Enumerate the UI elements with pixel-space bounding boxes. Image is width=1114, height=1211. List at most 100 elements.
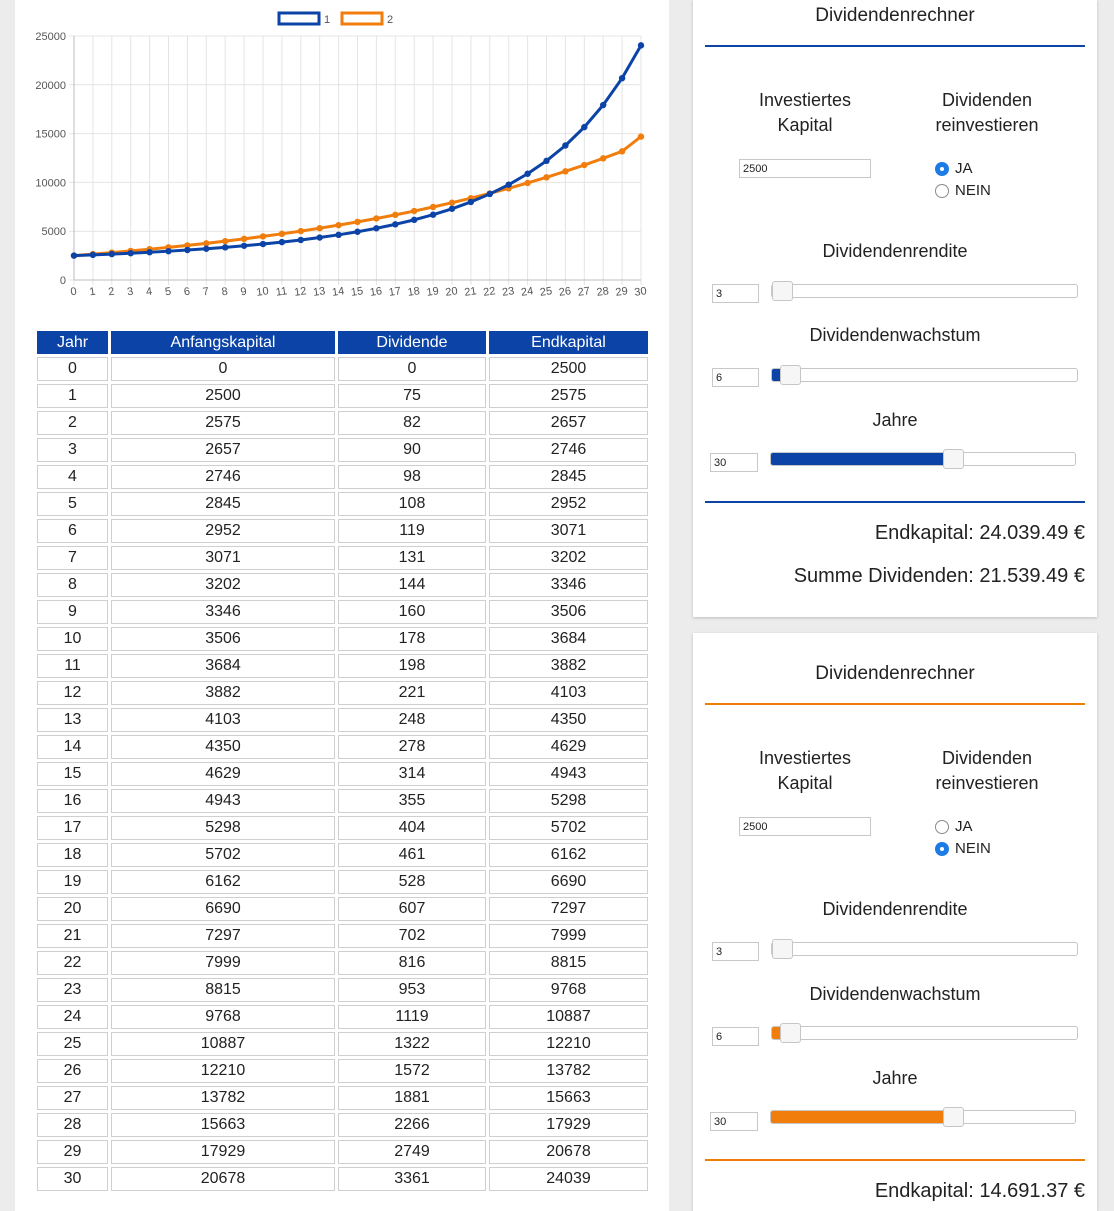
data-point [373,215,380,222]
cell-end-capital: 4629 [489,735,648,759]
reinvest-yes-option[interactable]: JA [935,160,973,177]
cell-end-capital: 2952 [489,492,648,516]
slider-handle[interactable] [772,939,793,959]
x-tick-label: 7 [202,286,210,299]
x-tick-label: 11 [275,285,288,298]
cell-start-capital: 7999 [111,951,335,975]
data-point [335,221,342,229]
yield-input[interactable]: 3 [712,284,759,303]
cell-end-capital: 4103 [489,681,648,705]
cell-end-capital: 24039 [489,1167,648,1191]
x-tick-label: 23 [501,285,515,299]
cell-year: 6 [37,519,108,543]
x-tick-label: 0 [70,286,78,299]
radio-yes-label: JA [955,160,973,177]
cell-start-capital: 2845 [111,492,335,516]
radio-yes[interactable] [935,819,949,834]
data-point [467,198,475,206]
cell-year: 5 [37,492,108,516]
table-row: 7 3071 131 3202 [37,546,648,570]
growth-input[interactable]: 6 [712,1027,759,1046]
accent-divider [705,501,1085,503]
cell-year: 30 [37,1167,108,1191]
cell-end-capital: 5298 [489,789,648,813]
cell-dividend: 461 [338,843,486,867]
capital-input[interactable]: 2500 [739,159,871,178]
data-point [354,218,361,226]
cell-dividend: 278 [338,735,486,759]
cell-end-capital: 17929 [489,1113,648,1137]
cell-start-capital: 2657 [111,438,335,462]
growth-slider[interactable] [771,1023,1078,1043]
reinvest-no-option[interactable]: NEIN [935,840,991,857]
slider-handle[interactable] [772,281,793,301]
data-point [618,148,626,155]
years-slider[interactable] [770,1107,1076,1127]
cell-year: 7 [37,546,108,570]
cell-start-capital: 4943 [111,789,335,813]
growth-slider[interactable] [771,365,1078,385]
table-row: 27 13782 1881 15663 [37,1086,648,1110]
capital-label: Investiertes Kapital [745,746,865,796]
cell-end-capital: 2575 [489,384,648,408]
cell-end-capital: 7297 [489,897,648,921]
radio-no[interactable] [935,841,949,856]
data-point [203,245,210,252]
data-point [411,207,418,215]
slider-fill [771,453,954,465]
years-input[interactable]: 30 [710,1112,758,1131]
cell-year: 15 [37,762,108,786]
yield-input[interactable]: 3 [712,942,759,961]
cell-dividend: 404 [338,816,486,840]
slider-handle[interactable] [780,1023,802,1043]
yield-slider[interactable] [771,281,1078,301]
capital-label-line1: Investiertes [758,748,852,768]
col-header-end-capital: Endkapital [489,331,648,354]
table-row: 13 4103 248 4350 [37,708,648,732]
cell-end-capital: 7999 [489,924,648,948]
cell-start-capital: 3346 [111,600,335,624]
cell-end-capital: 13782 [489,1059,648,1083]
growth-input[interactable]: 6 [712,368,759,387]
cell-dividend: 178 [338,627,486,651]
slider-handle[interactable] [943,449,965,469]
x-tick-label: 28 [596,285,610,299]
dividend-line-chart: 05000100001500020000250000 1 2 3 4 5 6 7 8 9 10 11 1… [35,11,647,299]
cell-year: 9 [37,600,108,624]
results-panel: 0 5000 10000 15000 20000 25000 0 1 2 3 4 5 6 7 8 9 10 11 1… [15,0,669,1211]
years-input[interactable]: 30 [710,453,758,472]
cell-dividend: 607 [338,897,486,921]
x-tick-label: 20 [445,285,459,299]
cell-dividend: 75 [338,384,486,408]
calculator-card-2: Dividendenrechner Investiertes Kapital D… [693,633,1097,1211]
slider-handle[interactable] [943,1107,965,1127]
slider-fill [771,1111,954,1123]
cell-end-capital: 9768 [489,978,648,1002]
table-row: 25 10887 1322 12210 [37,1032,648,1056]
cell-year: 22 [37,951,108,975]
x-tick-label: 17 [388,285,402,299]
radio-no[interactable] [935,183,949,198]
years-slider[interactable] [770,449,1076,469]
capital-input[interactable]: 2500 [739,817,871,836]
calculator-title: Dividendenrechner [815,5,975,26]
data-point [543,157,550,165]
reinvest-no-option[interactable]: NEIN [935,182,991,199]
slider-handle[interactable] [780,365,802,385]
radio-yes[interactable] [935,161,949,176]
data-point [637,42,645,49]
table-row: 23 8815 953 9768 [37,978,648,1002]
cell-year: 12 [37,681,108,705]
end-capital-result: Endkapital: 24.039.49 € [874,522,1085,544]
cell-dividend: 108 [338,492,486,516]
yield-slider[interactable] [771,939,1078,959]
cell-end-capital: 15663 [489,1086,648,1110]
cell-year: 24 [37,1005,108,1029]
cell-end-capital: 3684 [489,627,648,651]
reinvest-yes-option[interactable]: JA [935,818,973,835]
cell-dividend: 1119 [338,1005,486,1029]
cell-end-capital: 2500 [489,357,648,381]
cell-year: 17 [37,816,108,840]
cell-year: 23 [37,978,108,1002]
reinvest-label-line2: reinvestieren [935,773,1039,793]
